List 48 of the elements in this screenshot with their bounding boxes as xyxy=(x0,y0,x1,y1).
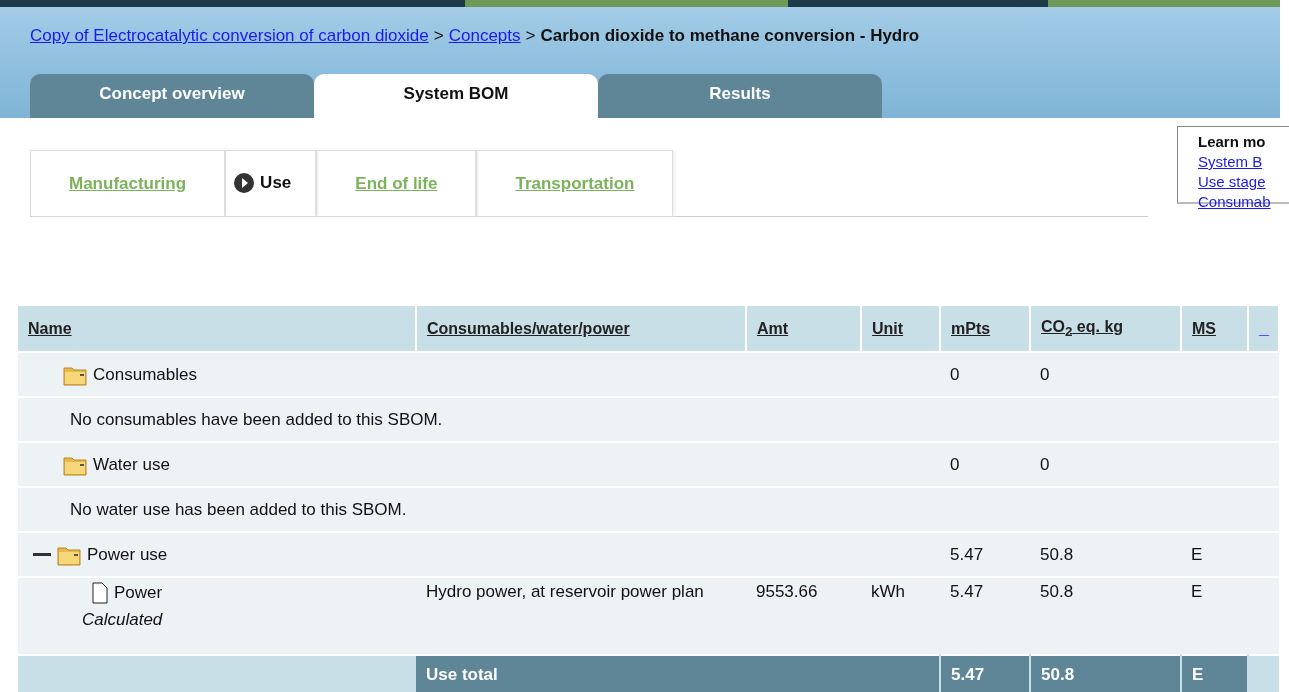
item-note: Calculated xyxy=(82,610,164,630)
table-cell: 50.8 xyxy=(1030,532,1181,577)
table-cell: E xyxy=(1181,532,1248,577)
column-header[interactable]: Amt xyxy=(746,306,861,352)
play-icon xyxy=(234,173,255,193)
table-cell: 9553.66 xyxy=(746,577,861,655)
table-cell: 50.8 xyxy=(1030,577,1181,655)
table-cell: 0 xyxy=(940,352,1030,397)
table-cell: 0 xyxy=(940,442,1030,487)
help-link[interactable]: System B xyxy=(1198,152,1263,172)
subtab[interactable]: Use xyxy=(225,150,317,216)
table-cell: 5.47 xyxy=(940,655,1030,692)
document-icon xyxy=(92,582,108,604)
breadcrumb-current: Carbon dioxide to methane conversion - Hydro xyxy=(540,26,920,46)
breadcrumb-separator: > xyxy=(525,26,536,46)
column-header[interactable]: Name xyxy=(18,306,416,352)
column-header[interactable]: Unit xyxy=(861,306,940,352)
breadcrumb-link[interactable]: Copy of Electrocatalytic conversion of carbon dioxide xyxy=(30,26,429,46)
column-header[interactable]: CO$_{2}$ eq. kg xyxy=(1030,306,1181,352)
table-cell: No water use has been added to this SBOM. xyxy=(18,487,1279,532)
column-header[interactable]: MS xyxy=(1181,306,1248,352)
column-header[interactable]: mPts xyxy=(940,306,1030,352)
breadcrumb-separator: > xyxy=(433,26,444,46)
breadcrumb-link[interactable]: Concepts xyxy=(448,26,521,46)
help-link[interactable]: Consumab xyxy=(1198,192,1271,212)
tab[interactable]: Concept overview xyxy=(30,74,314,118)
tab[interactable]: Results xyxy=(598,74,882,118)
table-cell: kWh xyxy=(861,577,940,655)
table-cell: 5.47 xyxy=(940,532,1030,577)
table-cell: E xyxy=(1181,655,1248,692)
item-name: Power xyxy=(114,583,163,603)
collapse-icon[interactable] xyxy=(33,552,51,557)
column-header[interactable]: _ xyxy=(1248,306,1279,352)
table-cell: Use total xyxy=(416,655,940,692)
table-cell: 0 xyxy=(1030,352,1181,397)
learn-more-title: Learn mo xyxy=(1198,132,1266,152)
help-link[interactable]: Use stage xyxy=(1198,172,1266,192)
table-cell: 0 xyxy=(1030,442,1181,487)
group-name: Consumables xyxy=(93,364,197,385)
tab[interactable]: System BOM xyxy=(314,74,598,118)
table-cell: Hydro power, at reservoir power plan xyxy=(416,577,746,655)
table-cell: E xyxy=(1181,577,1248,655)
table-cell: 5.47 xyxy=(940,577,1030,655)
table-cell: 50.8 xyxy=(1030,655,1181,692)
column-header[interactable]: Consumables/water/power xyxy=(416,306,746,352)
table-cell: No consumables have been added to this SBOM. xyxy=(18,397,1279,442)
group-name: Power use xyxy=(87,544,168,565)
group-name: Water use xyxy=(93,454,170,475)
